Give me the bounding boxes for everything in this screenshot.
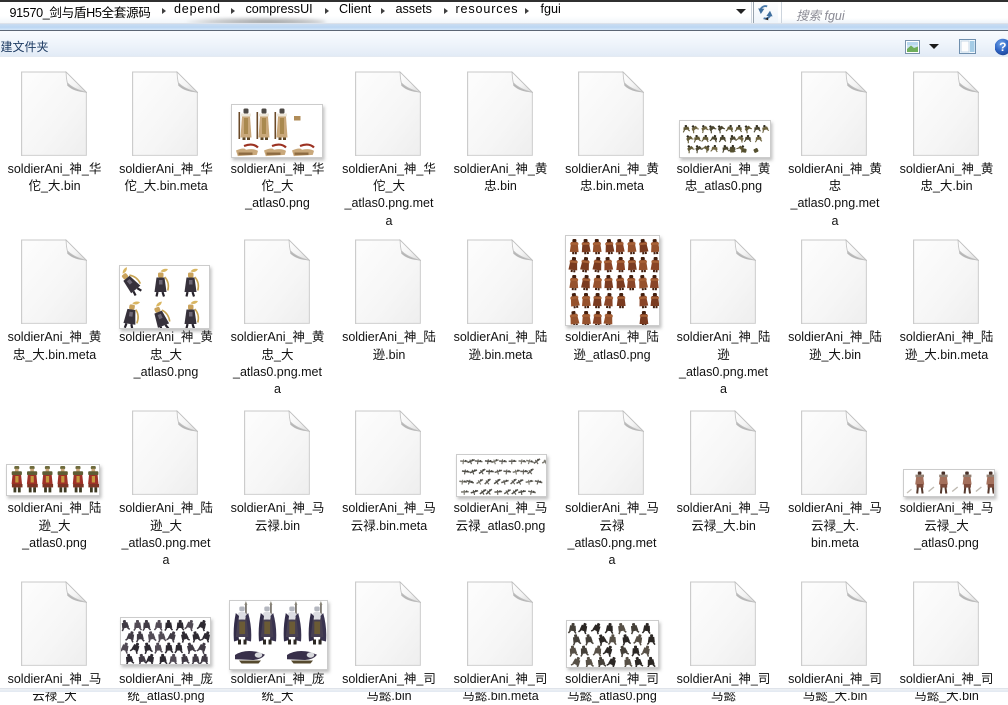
svg-text:?: ? (999, 40, 1006, 54)
